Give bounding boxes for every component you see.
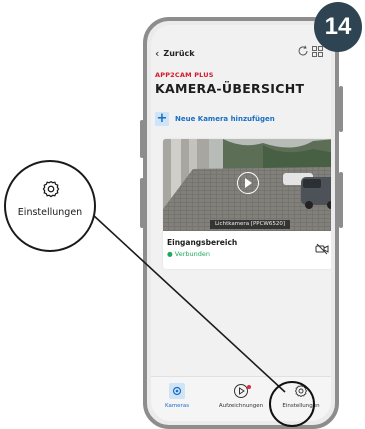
step-badge: 14 <box>314 2 362 52</box>
gear-icon <box>42 181 60 198</box>
settings-highlight-ring <box>269 381 315 427</box>
callout-label: Einstellungen <box>17 207 83 218</box>
settings-callout: Einstellungen <box>4 160 96 252</box>
